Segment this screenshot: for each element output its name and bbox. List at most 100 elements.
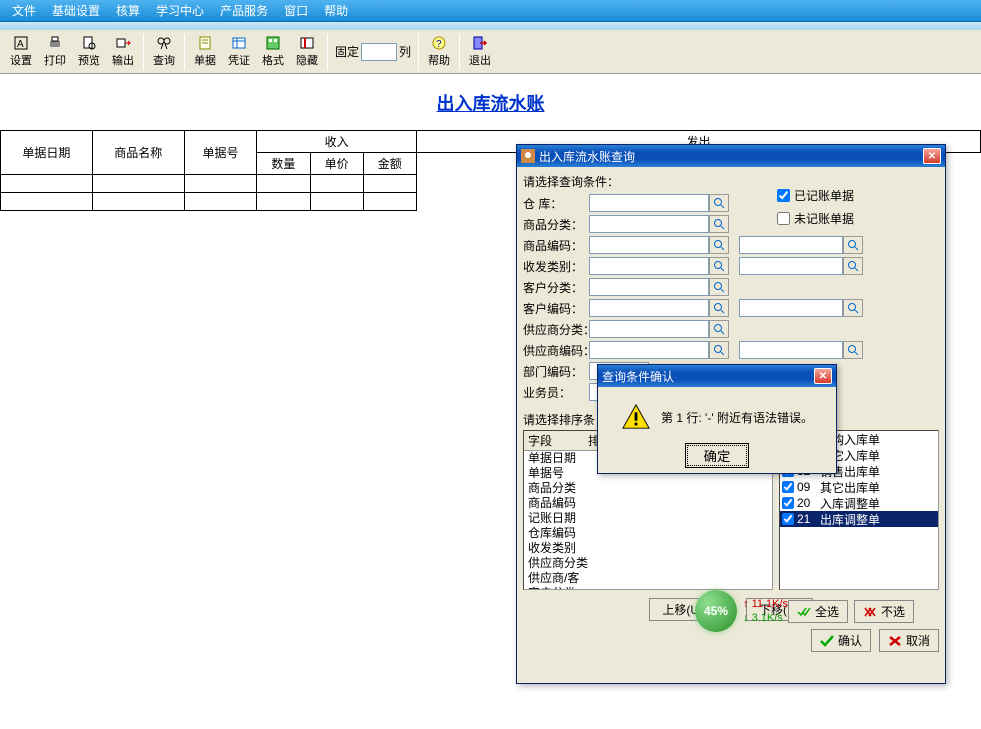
menu-products[interactable]: 产品服务	[212, 0, 276, 21]
lookup-icon[interactable]	[709, 194, 729, 212]
input-suppcode-from[interactable]	[589, 341, 709, 359]
col-in-qty: 数量	[257, 153, 310, 175]
lookup-icon[interactable]	[709, 257, 729, 275]
conditions-label: 请选择查询条件：	[523, 173, 939, 190]
list-item[interactable]: 仓库编码	[524, 526, 772, 541]
tb-query[interactable]: 查询	[147, 33, 181, 71]
doctype-item[interactable]: 09其它出库单	[780, 479, 938, 495]
doctype-item[interactable]: 20入库调整单	[780, 495, 938, 511]
check-unbooked[interactable]: 未记账单据	[776, 209, 855, 228]
col-date: 单据日期	[1, 131, 93, 175]
tb-preview[interactable]: 预览	[72, 33, 106, 71]
lookup-icon[interactable]	[709, 341, 729, 359]
label-warehouse: 仓 库：	[523, 195, 589, 212]
label-suppcode: 供应商编码：	[523, 342, 589, 359]
input-prodcat-from[interactable]	[589, 215, 709, 233]
confirm-title[interactable]: 查询条件确认 ✕	[598, 365, 836, 387]
check-booked[interactable]: 已记账单据	[776, 186, 855, 205]
close-icon[interactable]: ✕	[814, 368, 832, 384]
select-all-button[interactable]: 全选	[788, 600, 848, 623]
menu-help[interactable]: 帮助	[316, 0, 356, 21]
col-name: 商品名称	[92, 131, 184, 175]
check-icon	[820, 635, 834, 647]
col-in: 收入	[257, 131, 417, 153]
list-item[interactable]: 记账日期	[524, 511, 772, 526]
double-check-icon	[797, 606, 811, 618]
fixed-label: 固定	[335, 43, 359, 60]
list-item[interactable]: 供应商/客	[524, 571, 772, 586]
lookup-icon[interactable]	[843, 299, 863, 317]
input-prodcode-to[interactable]	[739, 236, 843, 254]
tb-print[interactable]: 打印	[38, 33, 72, 71]
input-custcat-from[interactable]	[589, 278, 709, 296]
booked-checks: 已记账单据 未记账单据	[776, 186, 855, 228]
speed-text: ↑ 11.1K/s ↓ 3.1K/s	[743, 597, 788, 625]
input-iotype-to[interactable]	[739, 257, 843, 275]
menu-learning[interactable]: 学习中心	[148, 0, 212, 21]
label-custcode: 客户编码：	[523, 300, 589, 317]
lookup-icon[interactable]	[843, 236, 863, 254]
tb-output[interactable]: 输出	[106, 33, 140, 71]
menu-bar: 文件 基础设置 核算 学习中心 产品服务 窗口 帮助	[0, 0, 981, 22]
menu-file[interactable]: 文件	[4, 0, 44, 21]
menu-basic-settings[interactable]: 基础设置	[44, 0, 108, 21]
fixed-input[interactable]	[361, 43, 397, 61]
tb-help[interactable]: ?帮助	[422, 33, 456, 71]
doctype-checkbox[interactable]	[782, 497, 794, 509]
lookup-icon[interactable]	[709, 278, 729, 296]
tb-exit[interactable]: 退出	[463, 33, 497, 71]
cancel-button[interactable]: 取消	[879, 629, 939, 652]
list-item[interactable]: 收发类别	[524, 541, 772, 556]
input-prodcode-from[interactable]	[589, 236, 709, 254]
doctype-checkbox[interactable]	[782, 513, 794, 525]
input-warehouse-from[interactable]	[589, 194, 709, 212]
input-custcode-to[interactable]	[739, 299, 843, 317]
select-none-button[interactable]: 不选	[854, 600, 914, 623]
separator	[184, 34, 185, 70]
label-deptcode: 部门编码：	[523, 363, 589, 380]
input-suppcode-to[interactable]	[739, 341, 843, 359]
tb-voucher[interactable]: 凭证	[222, 33, 256, 71]
toolbar: A设置 打印 预览 输出 查询 单据 凭证 格式 隐藏 固定 列 ?帮助 退出	[0, 30, 981, 74]
close-icon[interactable]: ✕	[923, 148, 941, 164]
double-x-icon	[863, 606, 877, 618]
speed-percent: 45%	[695, 590, 737, 632]
doctype-item[interactable]: 21出库调整单	[780, 511, 938, 527]
network-speed-widget[interactable]: 45% ↑ 11.1K/s ↓ 3.1K/s	[695, 590, 788, 632]
query-dialog-title[interactable]: 出入库流水账查询 ✕	[517, 145, 945, 167]
ok-button[interactable]: 确认	[811, 629, 871, 652]
input-custcode-from[interactable]	[589, 299, 709, 317]
tb-hide[interactable]: 隐藏	[290, 33, 324, 71]
lookup-icon[interactable]	[843, 257, 863, 275]
lookup-icon[interactable]	[709, 215, 729, 233]
label-prodcat: 商品分类：	[523, 216, 589, 233]
separator	[327, 34, 328, 70]
label-iotype: 收发类别：	[523, 258, 589, 275]
lookup-icon[interactable]	[709, 299, 729, 317]
input-suppcat-from[interactable]	[589, 320, 709, 338]
menu-window[interactable]: 窗口	[276, 0, 316, 21]
tb-settings[interactable]: A设置	[4, 33, 38, 71]
list-item[interactable]: 商品分类	[524, 481, 772, 496]
col-in-price: 单价	[310, 153, 363, 175]
lookup-icon[interactable]	[709, 236, 729, 254]
list-item[interactable]: 供应商分类	[524, 556, 772, 571]
lookup-icon[interactable]	[709, 320, 729, 338]
tb-format[interactable]: 格式	[256, 33, 290, 71]
menu-strip	[0, 22, 981, 30]
col-label: 列	[399, 43, 411, 60]
confirm-dialog: 查询条件确认 ✕ 第 1 行: '-' 附近有语法错误。 确定	[597, 364, 837, 474]
tb-document[interactable]: 单据	[188, 33, 222, 71]
lookup-icon[interactable]	[843, 341, 863, 359]
page-title-area: 出入库流水账	[0, 74, 981, 126]
col-docno: 单据号	[184, 131, 257, 175]
page-title-link[interactable]: 出入库流水账	[437, 94, 545, 114]
col-in-amount: 金额	[363, 153, 416, 175]
input-iotype-from[interactable]	[589, 257, 709, 275]
list-item[interactable]: 商品编码	[524, 496, 772, 511]
svg-text:?: ?	[436, 39, 442, 50]
separator	[418, 34, 419, 70]
confirm-ok-button[interactable]: 确定	[685, 443, 750, 468]
menu-accounting[interactable]: 核算	[108, 0, 148, 21]
doctype-checkbox[interactable]	[782, 481, 794, 493]
